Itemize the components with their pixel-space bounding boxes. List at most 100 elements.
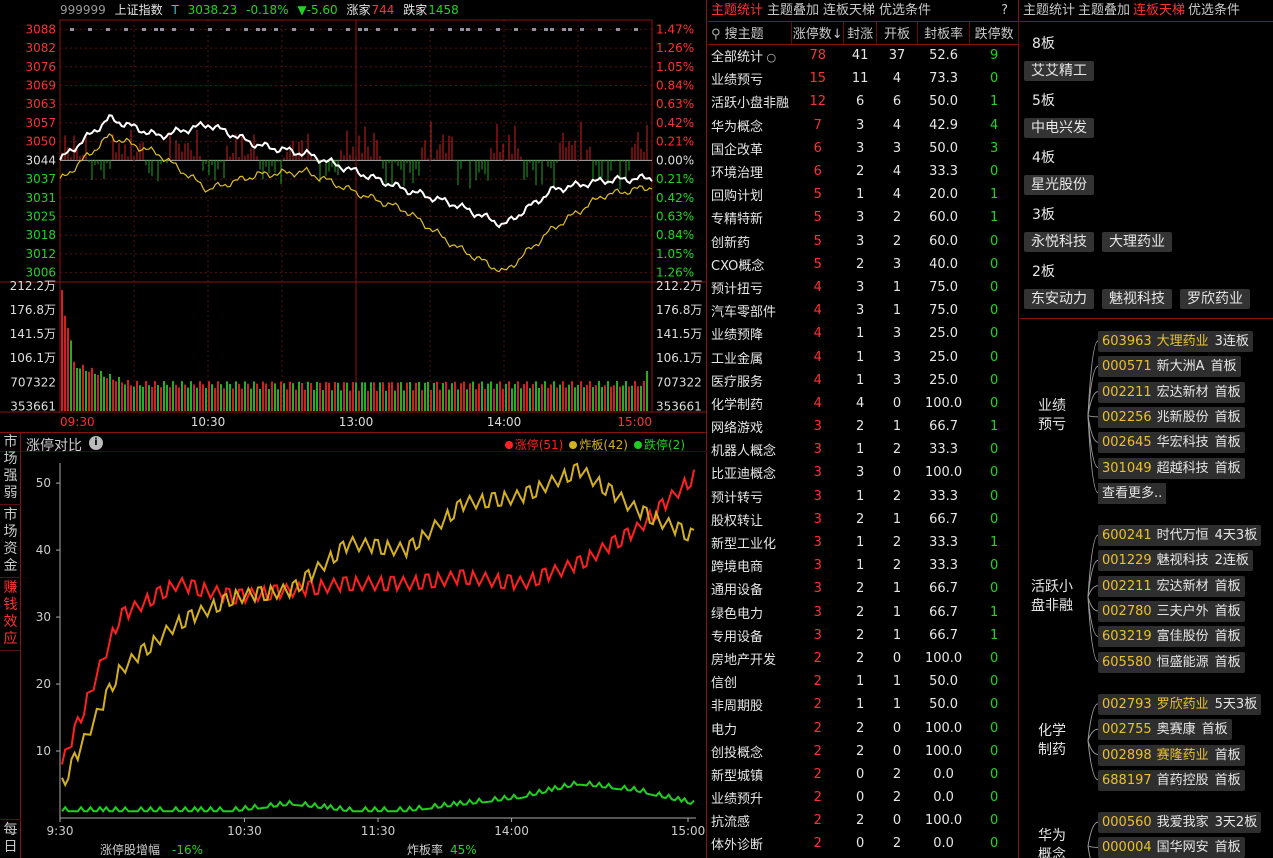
theme-row[interactable]: 业绩预降 4 1 3 25.0 0 (708, 322, 1019, 345)
theme-row[interactable]: 活跃小盘非融 12 6 6 50.0 1 (708, 90, 1019, 113)
theme-row[interactable]: 预计转亏 3 1 2 33.3 0 (708, 485, 1019, 508)
theme-tab-3[interactable]: 优选条件 (879, 3, 931, 18)
board-tag: 4天3板 (1214, 528, 1258, 544)
legend-item[interactable]: 炸板(42) (579, 438, 628, 452)
theme-row[interactable]: 汽车零部件 4 3 1 75.0 0 (708, 299, 1019, 322)
search-theme-header[interactable]: ⚲ 搜主题 (708, 22, 793, 45)
theme-row[interactable]: 机器人概念 3 1 2 33.3 0 (708, 438, 1019, 461)
stock-chip[interactable]: 002755 奥赛康 首板 (1098, 719, 1232, 741)
column-header[interactable]: 封板率 (917, 22, 971, 45)
theme-row[interactable]: 体外诊断 2 0 2 0.0 0 (708, 832, 1019, 855)
help-icon[interactable]: ? (1001, 0, 1008, 22)
ladder-tab-0[interactable]: 主题统计 (1023, 3, 1075, 18)
stock-chip[interactable]: 603963 大理药业 3连板 (1098, 331, 1253, 352)
stock-chip[interactable]: 002780 三夫户外 首板 (1098, 601, 1245, 622)
ladder-stock[interactable]: 大理药业 (1102, 232, 1172, 252)
cell-dt: 4 (990, 117, 999, 133)
column-header[interactable]: 封涨 (843, 22, 878, 45)
stock-chip[interactable]: 002256 兆新股份 首板 (1098, 406, 1245, 428)
side-tab-1[interactable]: 市场资金 (0, 505, 21, 578)
ladder-stock[interactable]: 东安动力 (1024, 289, 1094, 309)
ladder-tab-2[interactable]: 连板天梯 (1133, 3, 1185, 18)
theme-tab-1[interactable]: 主题叠加 (767, 3, 819, 18)
theme-row[interactable]: 华为概念 7 3 4 42.9 4 (708, 114, 1019, 137)
theme-row[interactable]: 专用设备 3 2 1 66.7 1 (708, 624, 1019, 647)
theme-row[interactable]: 回购计划 5 1 4 20.0 1 (708, 183, 1019, 206)
theme-row[interactable]: 环境治理 6 2 4 33.3 0 (708, 160, 1019, 183)
cell-fbl: 100.0 (924, 743, 963, 759)
pct-tick: 0.63% (656, 210, 694, 224)
column-header[interactable]: 开板 (876, 22, 918, 45)
theme-row[interactable]: 跨境电商 3 1 2 33.3 0 (708, 554, 1019, 577)
stock-chip[interactable]: 301049 超越科技 首板 (1098, 457, 1245, 479)
theme-row[interactable]: 专精特新 5 3 2 60.0 1 (708, 206, 1019, 229)
theme-row[interactable]: 非周期股 2 1 1 50.0 0 (708, 693, 1019, 716)
side-tab-0[interactable]: 市场强弱 (0, 432, 21, 505)
stock-chip[interactable]: 002898 赛隆药业 首板 (1098, 744, 1245, 766)
search-icon[interactable]: ⚲ (711, 27, 725, 42)
theme-row[interactable]: 绿色电力 3 2 1 66.7 1 (708, 601, 1019, 624)
stock-chip[interactable]: 000571 新大洲A 首板 (1098, 356, 1241, 378)
stock-chip[interactable]: 605580 恒盛能源 首板 (1098, 651, 1245, 673)
theme-row[interactable]: 全部统计 ○ 78 41 37 52.6 9 (708, 44, 1019, 67)
theme-tab-2[interactable]: 连板天梯 (823, 3, 875, 18)
ladder-tab-3[interactable]: 优选条件 (1188, 3, 1240, 18)
theme-row[interactable]: 信创 2 1 1 50.0 0 (708, 670, 1019, 693)
theme-category[interactable]: 业绩 预亏 (1022, 397, 1082, 435)
circle-icon[interactable]: ○ (763, 51, 777, 64)
theme-row[interactable]: 化学制药 4 4 0 100.0 0 (708, 392, 1019, 415)
theme-row[interactable]: 网络游戏 3 2 1 66.7 1 (708, 415, 1019, 438)
ladder-stock[interactable]: 永悦科技 (1024, 232, 1094, 252)
theme-row[interactable]: 预计扭亏 4 3 1 75.0 0 (708, 276, 1019, 299)
ladder-level-label: 5板 (1032, 93, 1055, 109)
ladder-stock[interactable]: 艾艾精工 (1024, 61, 1094, 81)
theme-row[interactable]: 电力 2 2 0 100.0 0 (708, 716, 1019, 739)
theme-row[interactable]: 比亚迪概念 3 3 0 100.0 0 (708, 461, 1019, 484)
ladder-stock[interactable]: 星光股份 (1024, 175, 1094, 195)
stock-chip[interactable]: 002645 华宏科技 首板 (1098, 432, 1245, 454)
stock-chip[interactable]: 000560 我爱我家 3天2板 (1098, 812, 1262, 834)
theme-row[interactable]: 业绩预升 2 0 2 0.0 0 (708, 786, 1019, 809)
ladder-stock[interactable]: 魅视科技 (1102, 289, 1172, 309)
ladder-tab-1[interactable]: 主题叠加 (1078, 3, 1130, 18)
stock-chip[interactable]: 000004 国华网安 首板 (1098, 837, 1245, 858)
cell-name: 工业金属 (711, 351, 764, 367)
stock-chip[interactable]: 688197 首药控股 首板 (1098, 769, 1245, 791)
stock-chip[interactable]: 603219 富佳股份 首板 (1098, 626, 1245, 648)
limit-compare-chart[interactable]: 10 20 30 40 50 9:30 10:30 11:30 14:00 15:00 涨停股增幅 -… (22, 453, 707, 858)
volume-tick: 212.2万 (656, 279, 702, 293)
side-tab-3[interactable]: 每日 (0, 819, 21, 858)
column-header[interactable]: 跌停数 (969, 22, 1019, 45)
side-tab-2[interactable]: 赚钱效应 (0, 578, 21, 651)
stock-chip[interactable]: 002211 宏达新材 首板 (1098, 381, 1245, 403)
ladder-stock[interactable]: 罗欣药业 (1180, 289, 1250, 309)
theme-row[interactable]: 股权转让 3 2 1 66.7 0 (708, 508, 1019, 531)
theme-category[interactable]: 活跃小 盘非融 (1022, 578, 1082, 616)
view-more-button[interactable]: 查看更多.. (1098, 482, 1167, 504)
index-intraday-chart[interactable]: 3088 1.47% 3082 1.26% 3076 1.05% 3069 0.84% 3063… (0, 0, 707, 430)
theme-row[interactable]: 国企改革 6 3 3 50.0 3 (708, 137, 1019, 160)
theme-row[interactable]: 医疗服务 4 1 3 25.0 0 (708, 369, 1019, 392)
legend-item[interactable]: 涨停(51) (515, 438, 564, 452)
theme-row[interactable]: 业绩预亏 15 11 4 73.3 0 (708, 67, 1019, 90)
info-icon[interactable]: i (89, 436, 103, 450)
theme-row[interactable]: 创投概念 2 2 0 100.0 0 (708, 740, 1019, 763)
theme-row[interactable]: 工业金属 4 1 3 25.0 0 (708, 345, 1019, 368)
ladder-stock[interactable]: 中电兴发 (1024, 118, 1094, 138)
theme-row[interactable]: 新型城镇 2 0 2 0.0 0 (708, 763, 1019, 786)
theme-row[interactable]: 创新药 5 3 2 60.0 0 (708, 230, 1019, 253)
stock-chip[interactable]: 002211 宏达新材 首板 (1098, 575, 1245, 597)
theme-row[interactable]: 通用设备 3 2 1 66.7 0 (708, 577, 1019, 600)
theme-row[interactable]: 新型工业化 3 1 2 33.3 1 (708, 531, 1019, 554)
stock-chip[interactable]: 600241 时代万恒 4天3板 (1098, 525, 1262, 547)
theme-tab-0[interactable]: 主题统计 (711, 3, 763, 18)
stock-chip[interactable]: 001229 魅视科技 2连板 (1098, 550, 1253, 572)
stock-chip[interactable]: 002793 罗欣药业 5天3板 (1098, 693, 1262, 715)
legend-item[interactable]: 跌停(2) (644, 438, 685, 452)
theme-category[interactable]: 华为 概念 (1022, 827, 1082, 858)
theme-row[interactable]: 房地产开发 2 2 0 100.0 0 (708, 647, 1019, 670)
column-header[interactable]: 涨停数↓ (791, 22, 844, 45)
theme-row[interactable]: 抗流感 2 2 0 100.0 0 (708, 809, 1019, 832)
theme-row[interactable]: CXO概念 5 2 3 40.0 0 (708, 253, 1019, 276)
theme-category[interactable]: 化学 制药 (1022, 722, 1082, 760)
